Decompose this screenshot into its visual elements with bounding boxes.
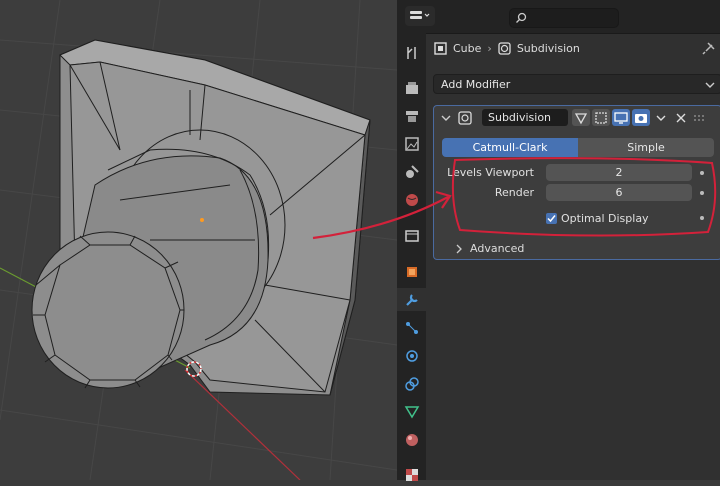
editor-type-icon [410, 11, 430, 19]
render-icon[interactable] [400, 76, 423, 99]
render-camera-icon[interactable] [632, 109, 650, 126]
chevron-down-icon [705, 82, 715, 88]
subdivision-modifier-panel: Subdivision Catmull-Clark Simple Levels … [433, 105, 720, 260]
modifier-icon[interactable] [397, 288, 426, 311]
material-icon[interactable] [400, 428, 423, 451]
collection-icon[interactable] [400, 224, 423, 247]
breadcrumb-separator-icon: › [487, 41, 492, 55]
edit-mode-icon[interactable] [592, 109, 610, 126]
subdivision-icon [498, 41, 511, 55]
drag-handle-icon[interactable] [692, 109, 706, 126]
properties-editor: Cube › Subdivision Add Modifier Subdivis… [397, 0, 720, 481]
object-data-icon [434, 41, 447, 55]
checkmark-icon [546, 213, 557, 224]
algorithm-selector: Catmull-Clark Simple [442, 138, 714, 157]
keyframe-dot-icon[interactable] [700, 171, 704, 175]
breadcrumb-modifier: Subdivision [516, 41, 580, 55]
properties-header [397, 0, 720, 34]
add-modifier-label: Add Modifier [441, 77, 511, 91]
optimal-display-label: Optimal Display [561, 212, 649, 225]
world-icon[interactable] [400, 188, 423, 211]
render-levels-field[interactable]: 6 [546, 184, 692, 201]
particles-icon[interactable] [400, 316, 423, 339]
properties-tabs [397, 33, 426, 481]
add-modifier-button[interactable]: Add Modifier [433, 74, 720, 94]
levels-viewport-label: Levels Viewport [447, 166, 534, 179]
subdivision-modifier-icon [458, 111, 472, 125]
scene-icon[interactable] [400, 160, 423, 183]
origin-point [200, 218, 204, 222]
chevron-right-icon [456, 244, 462, 253]
keyframe-dot-icon[interactable] [700, 191, 704, 195]
advanced-label: Advanced [470, 242, 525, 255]
3d-viewport[interactable] [0, 0, 397, 480]
dropdown-chevron-icon[interactable] [652, 109, 670, 126]
physics-icon[interactable] [400, 344, 423, 367]
data-icon[interactable] [400, 400, 423, 423]
advanced-subpanel-header[interactable]: Advanced [454, 242, 524, 255]
constraints-icon[interactable] [400, 372, 423, 395]
modifier-header: Subdivision [434, 106, 720, 130]
simple-option[interactable]: Simple [578, 138, 714, 157]
optimal-display-checkbox[interactable]: Optimal Display [546, 212, 649, 225]
modifier-name-field[interactable]: Subdivision [482, 109, 568, 126]
catmull-clark-option[interactable]: Catmull-Clark [442, 138, 578, 157]
search-icon [516, 12, 527, 23]
object-icon[interactable] [400, 260, 423, 283]
render-levels-label: Render [494, 186, 534, 199]
editor-type-button[interactable] [405, 6, 435, 26]
collapse-chevron-icon[interactable] [440, 112, 452, 124]
on-cage-icon[interactable] [572, 109, 590, 126]
levels-viewport-field[interactable]: 2 [546, 164, 692, 181]
view-layer-icon[interactable] [400, 132, 423, 155]
keyframe-dot-icon[interactable] [700, 216, 704, 220]
realtime-display-icon[interactable] [612, 109, 630, 126]
pin-icon[interactable] [702, 41, 716, 58]
search-input[interactable] [509, 8, 619, 28]
output-icon[interactable] [400, 104, 423, 127]
close-icon[interactable] [672, 109, 690, 126]
breadcrumb-object: Cube [453, 41, 482, 55]
breadcrumb: Cube › Subdivision [434, 39, 580, 57]
tool-icon[interactable] [400, 41, 423, 64]
modifier-panel-area: Cube › Subdivision Add Modifier Subdivis… [426, 33, 720, 480]
texture-icon[interactable] [400, 463, 423, 486]
